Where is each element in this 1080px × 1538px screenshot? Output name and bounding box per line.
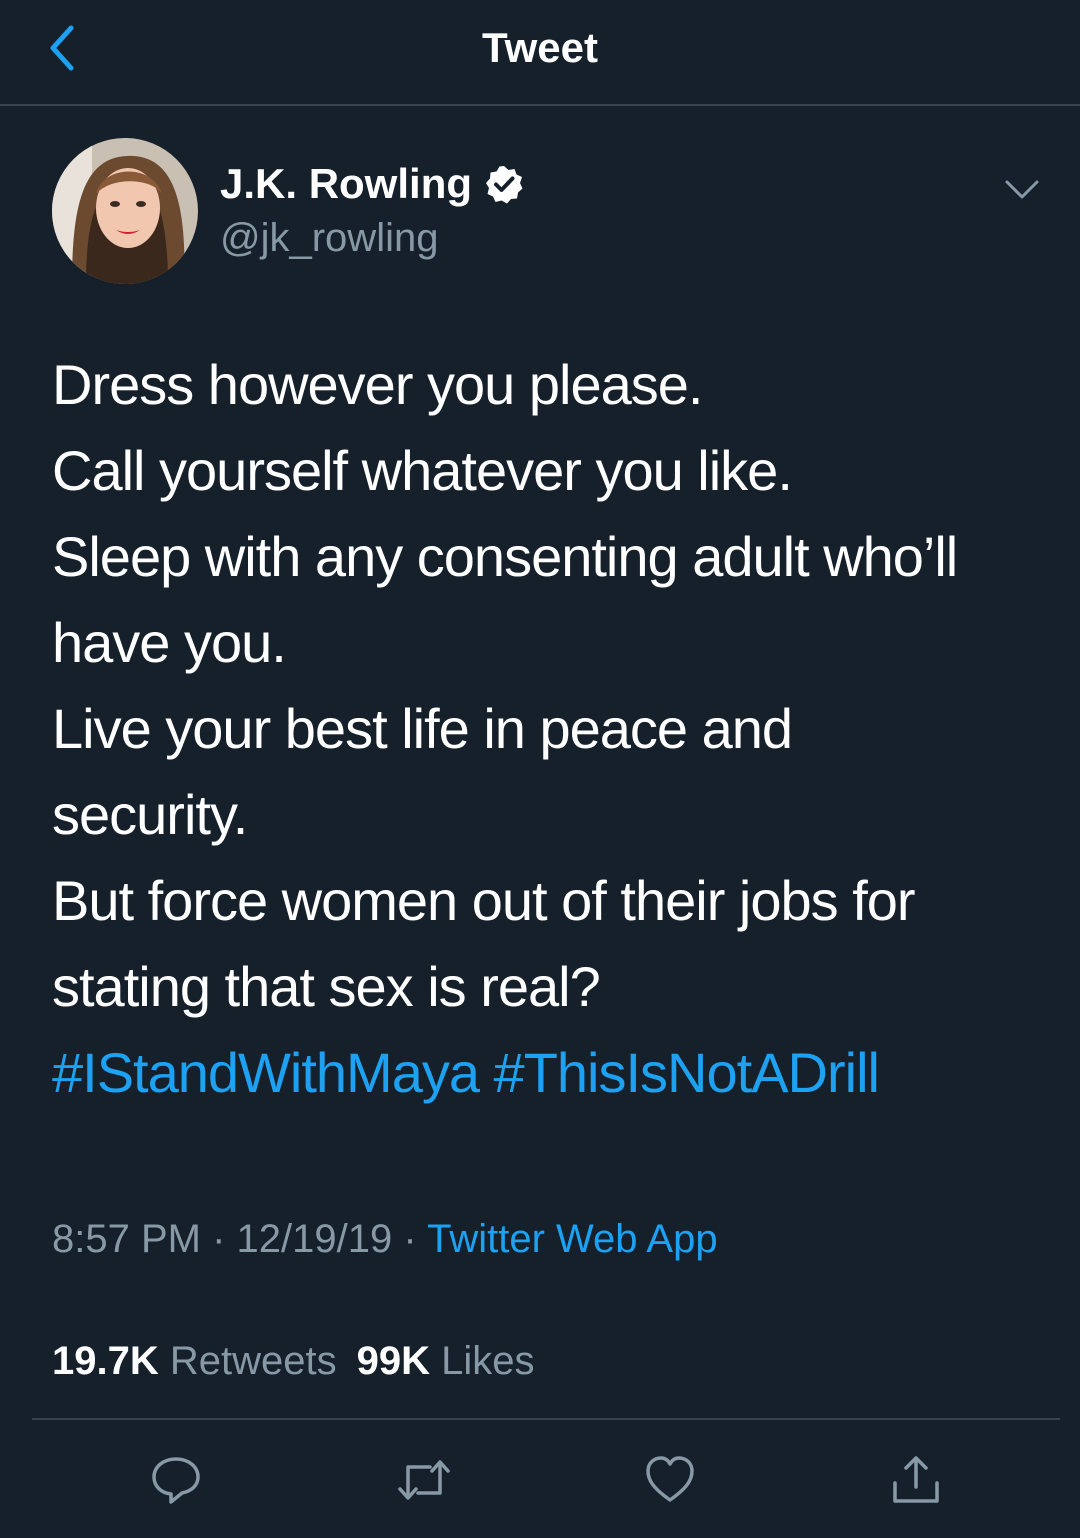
action-bar <box>0 1440 1080 1520</box>
meta-separator: · <box>403 1217 417 1261</box>
more-options-button[interactable] <box>996 164 1048 216</box>
tweet-date: 12/19/19 <box>236 1217 393 1261</box>
tweet-source-link[interactable]: Twitter Web App <box>427 1217 718 1261</box>
hashtag-link[interactable]: #IStandWithMaya <box>52 1041 480 1104</box>
tweet-stats: 19.7K Retweets 99K Likes <box>52 1336 555 1386</box>
avatar[interactable] <box>52 138 198 284</box>
verified-badge-icon <box>486 166 523 204</box>
tweet-text: Dress however you please. Call yourself … <box>52 342 1052 1116</box>
display-name-row: J.K. Rowling <box>220 158 524 210</box>
tweet-line: have you. <box>52 611 287 674</box>
like-button[interactable] <box>640 1450 700 1510</box>
share-icon <box>893 1456 939 1503</box>
meta-separator: · <box>212 1217 226 1261</box>
handle: @jk_rowling <box>220 216 439 260</box>
reply-icon <box>152 1457 200 1504</box>
hashtag-row: #IStandWithMaya #ThisIsNotADrill <box>52 1030 1052 1116</box>
display-name[interactable]: J.K. Rowling <box>220 158 472 210</box>
tweet-line: Sleep with any consenting adult who’ll <box>52 525 958 588</box>
tweet-line: Call yourself whatever you like. <box>52 439 793 502</box>
tweet-meta: 8:57 PM · 12/19/19 · Twitter Web App <box>52 1214 718 1264</box>
tweet-line: security. <box>52 783 248 846</box>
avatar-image <box>52 138 198 284</box>
likes-count: 99K <box>356 1339 431 1383</box>
likes-stat[interactable]: 99K Likes <box>357 1339 535 1383</box>
heart-icon <box>646 1456 694 1502</box>
retweet-button[interactable] <box>394 1450 454 1510</box>
tweet-line: Live your best life in peace and <box>52 697 793 760</box>
retweets-count: 19.7K <box>52 1339 159 1383</box>
divider <box>32 1418 1060 1420</box>
page-title: Tweet <box>482 24 598 71</box>
tweet-line: stating that sex is real? <box>52 955 601 1018</box>
retweets-label: Retweets <box>169 1339 337 1383</box>
reply-button[interactable] <box>146 1450 206 1510</box>
top-bar: Tweet <box>0 0 1080 106</box>
tweet-time: 8:57 PM <box>52 1217 201 1261</box>
tweet-line: Dress however you please. <box>52 353 703 416</box>
retweet-icon <box>398 1460 450 1500</box>
retweets-stat[interactable]: 19.7K Retweets <box>52 1339 337 1383</box>
chevron-down-icon <box>1005 180 1039 199</box>
tweet-author: J.K. Rowling @jk_rowling <box>52 138 1042 288</box>
share-button[interactable] <box>886 1450 946 1510</box>
hashtag-link[interactable]: #ThisIsNotADrill <box>494 1041 880 1104</box>
likes-label: Likes <box>441 1339 535 1383</box>
tweet-line: But force women out of their jobs for <box>52 869 916 932</box>
